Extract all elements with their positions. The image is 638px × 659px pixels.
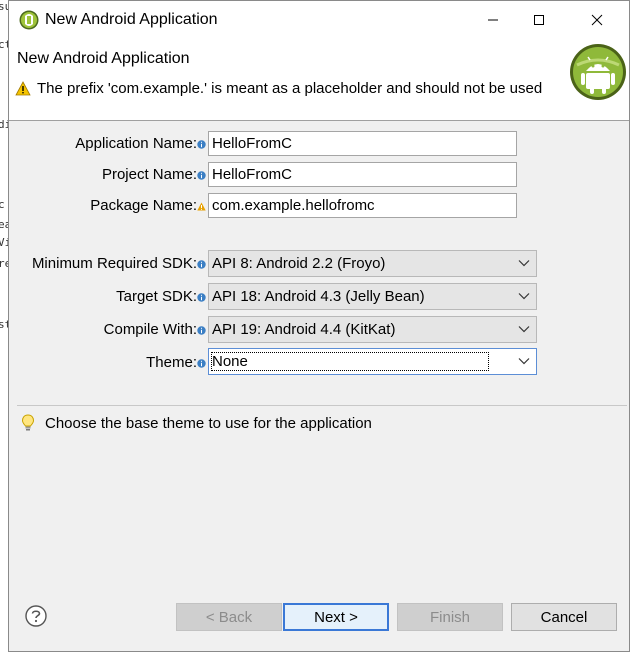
theme-select[interactable]: None — [208, 348, 537, 375]
compile-with-select[interactable]: API 19: Android 4.4 (KitKat) — [208, 316, 537, 343]
theme-label: Theme: — [146, 354, 197, 371]
min-sdk-value: API 8: Android 2.2 (Froyo) — [212, 255, 386, 272]
page-title: New Android Application — [17, 50, 190, 67]
application-name-label: Application Name: — [75, 135, 197, 152]
close-icon — [591, 14, 603, 26]
target-sdk-select[interactable]: API 18: Android 4.3 (Jelly Bean) — [208, 283, 537, 310]
window-title: New Android Application — [45, 11, 218, 28]
lightbulb-icon — [21, 414, 35, 431]
warning-message: The prefix 'com.example.' is meant as a … — [15, 79, 555, 99]
maximize-icon — [534, 15, 544, 25]
info-icon — [197, 171, 206, 180]
finish-button[interactable]: Finish — [397, 603, 503, 631]
next-button-label: Next > — [314, 608, 358, 626]
next-button[interactable]: Next > — [283, 603, 389, 631]
info-icon — [197, 326, 206, 335]
compile-with-label: Compile With: — [103, 321, 197, 338]
chevron-down-icon — [518, 293, 530, 300]
maximize-button[interactable] — [516, 1, 562, 39]
minimize-button[interactable] — [470, 1, 516, 39]
hint-text: Choose the base theme to use for the app… — [45, 415, 372, 432]
new-android-application-dialog: New Android Application New Android Appl… — [8, 0, 630, 652]
info-icon — [197, 260, 206, 269]
chevron-down-icon — [518, 326, 530, 333]
close-button[interactable] — [574, 1, 620, 39]
title-bar[interactable]: New Android Application — [9, 1, 629, 39]
separator — [17, 405, 627, 406]
warning-deco-icon — [197, 202, 206, 211]
warning-icon — [15, 81, 31, 96]
target-sdk-value: API 18: Android 4.3 (Jelly Bean) — [212, 288, 425, 305]
package-name-label: Package Name: — [90, 197, 197, 214]
cancel-button[interactable]: Cancel — [511, 603, 617, 631]
android-robot-icon — [570, 44, 626, 100]
cancel-button-label: Cancel — [540, 608, 588, 626]
theme-value: None — [211, 352, 489, 371]
package-name-field[interactable]: com.example.hellofromc — [208, 193, 517, 218]
info-icon — [197, 140, 206, 149]
min-sdk-label: Minimum Required SDK: — [31, 255, 197, 272]
help-icon[interactable] — [25, 605, 47, 627]
chevron-down-icon — [518, 358, 530, 365]
finish-button-label: Finish — [429, 608, 470, 626]
wizard-header: New Android Application The prefix 'com.… — [9, 39, 629, 121]
bg-text: c — [0, 198, 5, 211]
project-name-field[interactable]: HelloFromC — [208, 162, 517, 187]
back-button[interactable]: < Back — [176, 603, 282, 631]
application-name-field[interactable]: HelloFromC — [208, 131, 517, 156]
android-eclipse-icon — [19, 10, 39, 30]
info-icon — [197, 293, 206, 302]
warning-text: The prefix 'com.example.' is meant as a … — [37, 80, 543, 97]
compile-with-value: API 19: Android 4.4 (KitKat) — [212, 321, 396, 338]
target-sdk-label: Target SDK: — [116, 288, 197, 305]
chevron-down-icon — [518, 260, 530, 267]
min-sdk-select[interactable]: API 8: Android 2.2 (Froyo) — [208, 250, 537, 277]
minimize-icon — [488, 19, 498, 21]
info-icon — [197, 359, 206, 368]
project-name-label: Project Name: — [101, 166, 197, 183]
back-button-label: < Back — [205, 608, 253, 626]
